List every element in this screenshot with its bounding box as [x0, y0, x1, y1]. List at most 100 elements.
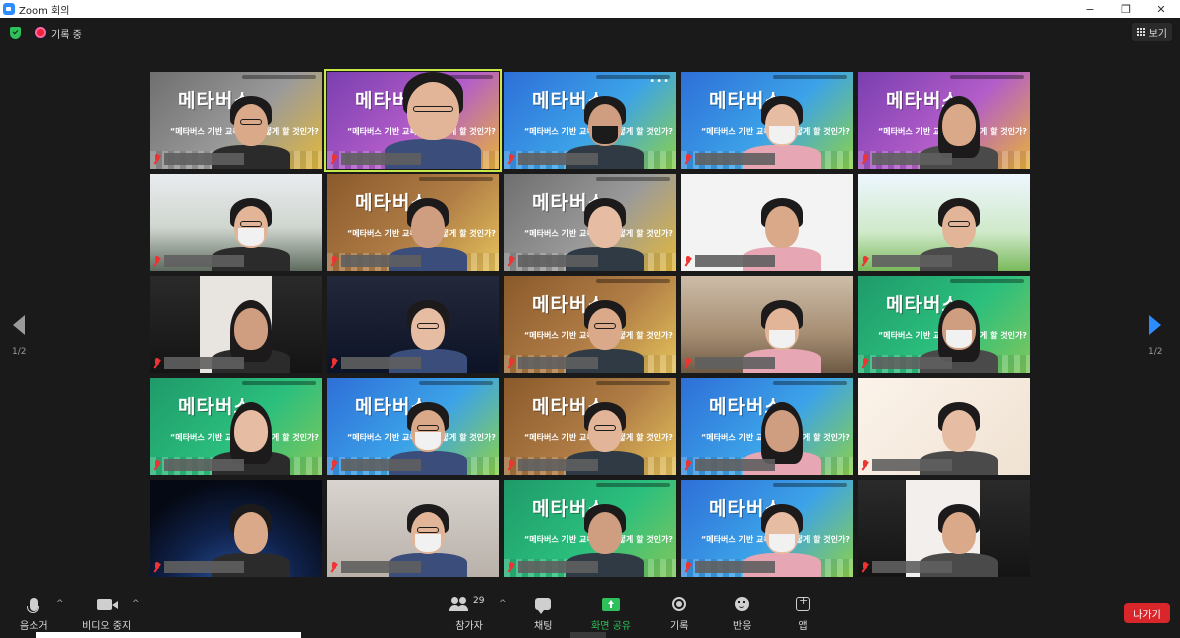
- record-icon: [672, 597, 687, 611]
- eyeglasses: [417, 527, 439, 533]
- participant-name-redacted: [164, 255, 244, 267]
- participants-button[interactable]: 29 참가자: [449, 594, 489, 632]
- video-tile[interactable]: 메타버스“메타버스 기반 교육활동 어떻게 할 것인가?: [327, 174, 499, 271]
- video-tile[interactable]: 메타버스“메타버스 기반 교육활동 어떻게 할 것인가?: [858, 276, 1030, 373]
- view-label: 보기: [1148, 28, 1167, 40]
- participant-name-redacted: [872, 459, 952, 471]
- video-label: 비디오 중지: [82, 621, 132, 632]
- participant-name-redacted: [695, 255, 775, 267]
- arrow-left-icon[interactable]: [13, 315, 26, 335]
- video-tile[interactable]: [858, 378, 1030, 475]
- face-mask: [415, 534, 441, 552]
- video-tile[interactable]: 메타버스“메타버스 기반 교육활동 어떻게 할 것인가?: [681, 72, 853, 169]
- apps-icon: [796, 594, 810, 611]
- reactions-button[interactable]: 반응: [733, 594, 751, 632]
- muted-microphone-icon: [684, 154, 692, 165]
- eyeglasses: [948, 221, 970, 227]
- video-tile[interactable]: 메타버스“메타버스 기반 교육활동 어떻게 할 것인가?: [681, 480, 853, 577]
- video-tile[interactable]: 메타버스“메타버스 기반 교육활동 어떻게 할 것인가?: [150, 72, 322, 169]
- participant-face: [234, 308, 268, 350]
- video-tile[interactable]: 메타버스“메타버스 기반 교육활동 어떻게 할 것인가?•••: [504, 72, 676, 169]
- participant-face: [765, 206, 799, 248]
- page-indicator-right: 1/2: [1148, 347, 1163, 357]
- share-screen-button[interactable]: 화면 공유: [591, 594, 631, 632]
- security-shield-icon[interactable]: [10, 27, 21, 39]
- video-tile[interactable]: 메타버스“메타버스 기반 교육활동 어떻게 할 것인가?: [681, 378, 853, 475]
- video-tile[interactable]: [327, 276, 499, 373]
- view-button[interactable]: 보기: [1131, 23, 1172, 41]
- next-page-control[interactable]: 1/2: [1148, 315, 1162, 357]
- video-tile[interactable]: 메타버스“메타버스 기반 교육활동 어떻게 할 것인가?: [327, 378, 499, 475]
- participant-name-redacted: [341, 255, 421, 267]
- face-mask: [946, 330, 972, 348]
- muted-microphone-icon: [861, 562, 869, 573]
- tile-more-options-icon[interactable]: •••: [649, 76, 670, 87]
- participant-name-redacted: [518, 153, 598, 165]
- participants-label: 참가자: [455, 621, 483, 632]
- restore-button[interactable]: ❐: [1108, 0, 1144, 18]
- chat-label: 채팅: [534, 621, 553, 632]
- chat-icon: [535, 598, 552, 614]
- muted-microphone-icon: [861, 154, 869, 165]
- video-tile[interactable]: 메타버스“메타버스 기반 교육활동 어떻게 할 것인가?: [504, 276, 676, 373]
- video-tile[interactable]: 메타버스“메타버스 기반 교육활동 어떻게 할 것인가?: [150, 378, 322, 475]
- participants-icon: [449, 597, 469, 611]
- chat-button[interactable]: 채팅: [534, 594, 552, 632]
- video-tile[interactable]: [858, 480, 1030, 577]
- video-options-caret[interactable]: ^: [132, 599, 140, 609]
- participants-options-caret[interactable]: ^: [499, 599, 507, 609]
- participant-name-redacted: [872, 153, 952, 165]
- mute-label: 음소거: [20, 621, 48, 632]
- video-tile[interactable]: 메타버스“메타버스 기반 교육활동 어떻게 할 것인가?: [504, 174, 676, 271]
- muted-microphone-icon: [861, 358, 869, 369]
- video-tile[interactable]: 메타버스“메타버스 기반 교육활동 어떻게 할 것인가?: [858, 72, 1030, 169]
- mute-button[interactable]: 음소거: [20, 594, 48, 632]
- video-camera-icon: [96, 598, 118, 610]
- participant-face: [942, 206, 976, 248]
- participant-name-redacted: [164, 357, 244, 369]
- participant-face: [765, 410, 799, 452]
- participant-face: [588, 308, 622, 350]
- video-tile[interactable]: [150, 174, 322, 271]
- video-tile[interactable]: 메타버스“메타버스 기반 교육활동 어떻게 할 것인가?: [504, 378, 676, 475]
- video-tile[interactable]: 메타버스“메타버스 기반 교육활동 어떻게 할 것인가?: [504, 480, 676, 577]
- close-button[interactable]: ✕: [1143, 0, 1179, 18]
- reactions-label: 반응: [733, 621, 752, 632]
- muted-microphone-icon: [153, 562, 161, 573]
- stop-video-button[interactable]: 비디오 중지: [82, 594, 131, 632]
- video-tile[interactable]: 메타버스“메타버스 기반 교육활동 어떻게 할 것인가?: [324, 69, 502, 172]
- taskbar-strip-secondary: [570, 632, 606, 638]
- participant-name-redacted: [164, 561, 244, 573]
- muted-microphone-icon: [330, 358, 338, 369]
- video-tile[interactable]: [681, 276, 853, 373]
- video-tile[interactable]: [681, 174, 853, 271]
- share-screen-icon: [601, 597, 620, 611]
- face-mask: [592, 126, 618, 144]
- apps-button[interactable]: 앱: [796, 594, 810, 632]
- record-button[interactable]: 기록: [670, 594, 688, 632]
- reactions-icon: [735, 597, 750, 611]
- arrow-right-icon[interactable]: [1149, 315, 1162, 335]
- participant-face: [234, 104, 268, 146]
- face-mask: [238, 228, 264, 246]
- muted-microphone-icon: [684, 460, 692, 471]
- eyeglasses: [240, 221, 262, 227]
- video-tile[interactable]: [150, 276, 322, 373]
- audio-options-caret[interactable]: ^: [56, 599, 64, 609]
- muted-microphone-icon: [153, 154, 161, 165]
- minimize-button[interactable]: −: [1072, 0, 1108, 18]
- leave-meeting-button[interactable]: 나가기: [1124, 603, 1170, 623]
- video-tile[interactable]: [327, 480, 499, 577]
- muted-microphone-icon: [861, 460, 869, 471]
- video-tile[interactable]: [150, 480, 322, 577]
- window-titlebar: Zoom 회의 − ❐ ✕: [0, 0, 1180, 18]
- previous-page-control[interactable]: 1/2: [12, 315, 26, 357]
- participant-face: [588, 410, 622, 452]
- recording-icon[interactable]: [35, 27, 46, 38]
- muted-microphone-icon: [153, 358, 161, 369]
- video-tile[interactable]: [858, 174, 1030, 271]
- participant-name-redacted: [695, 153, 775, 165]
- participant-name-redacted: [695, 357, 775, 369]
- participant-name-redacted: [872, 561, 952, 573]
- muted-microphone-icon: [330, 256, 338, 267]
